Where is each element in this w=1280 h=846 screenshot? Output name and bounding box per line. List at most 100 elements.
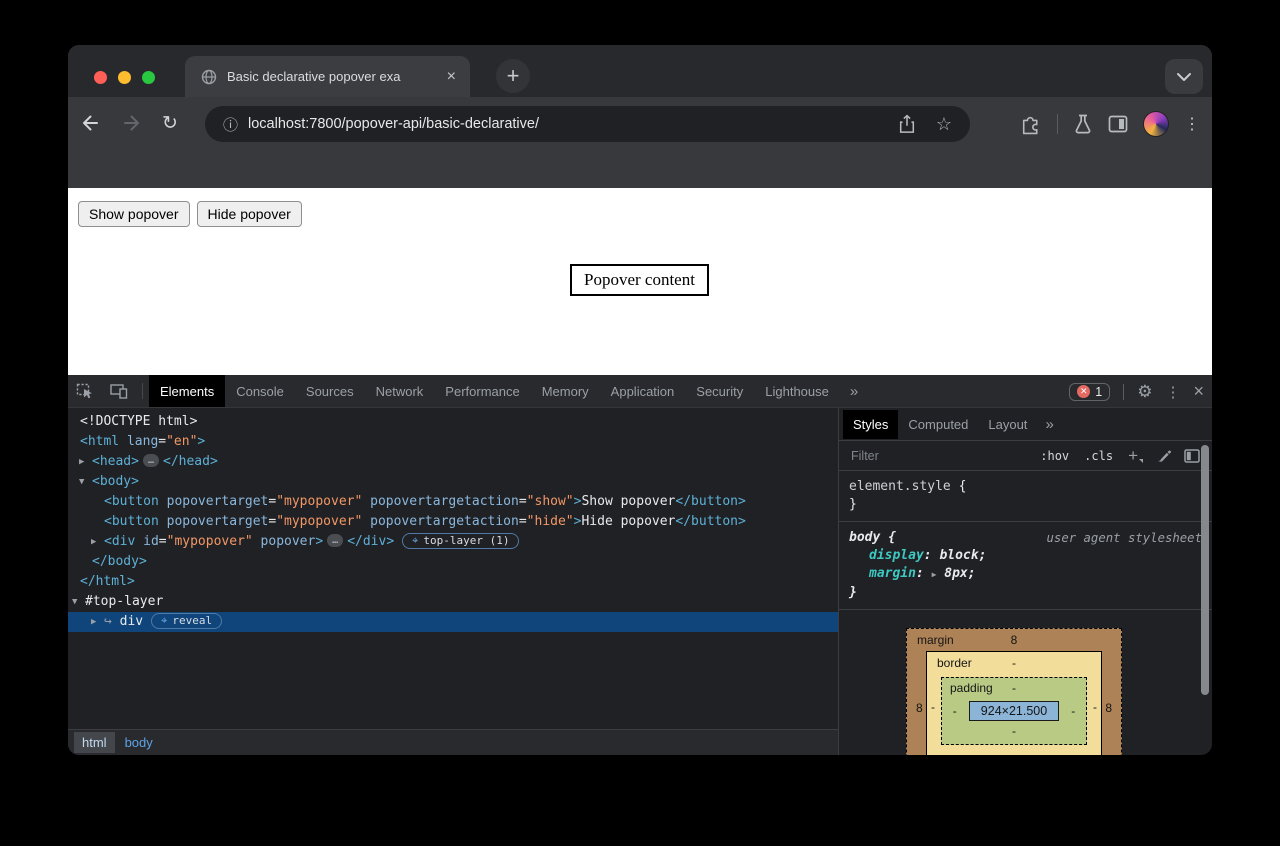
hide-popover-button[interactable]: Hide popover <box>197 201 302 227</box>
code-token: = <box>519 514 527 529</box>
adorner-badge[interactable]: reveal <box>151 613 222 629</box>
dom-tree-row-7[interactable]: </body> <box>68 552 838 572</box>
dom-tree-row-10[interactable]: ▶↪ divreveal <box>68 612 838 632</box>
css-property-margin[interactable]: margin: ▶ 8px; <box>849 565 1202 584</box>
sidebar-tab-styles[interactable]: Styles <box>843 410 898 439</box>
toggle-hover-state-button[interactable]: :hov <box>1040 449 1069 463</box>
devtools-tab-lighthouse[interactable]: Lighthouse <box>754 375 840 407</box>
dom-tree-row-2[interactable]: ▶<head>…</head> <box>68 452 838 472</box>
devtools-tab-sources[interactable]: Sources <box>295 375 365 407</box>
devtools-tab-memory[interactable]: Memory <box>531 375 600 407</box>
adorner-badge[interactable]: top-layer (1) <box>402 533 519 549</box>
margin-right-value[interactable]: 8 <box>1105 701 1112 715</box>
code-token: id <box>135 534 158 549</box>
browser-menu-kebab-icon[interactable]: ⋮ <box>1184 114 1200 134</box>
inspect-element-icon[interactable] <box>68 375 102 407</box>
element-style-rule[interactable]: element.style { } <box>839 471 1212 522</box>
body-style-rule[interactable]: body { user agent stylesheet display: bl… <box>839 522 1212 610</box>
profile-avatar[interactable] <box>1143 111 1169 137</box>
minimize-window-button[interactable] <box>118 71 131 84</box>
border-right-value[interactable]: - <box>1093 700 1097 714</box>
dom-tree-row-3[interactable]: ▼<body> <box>68 472 838 492</box>
styles-scrollbar[interactable] <box>1201 445 1209 695</box>
back-icon[interactable] <box>78 111 102 135</box>
sidebar-tab-computed[interactable]: Computed <box>898 410 978 439</box>
tree-expander-icon[interactable]: ▼ <box>79 472 92 492</box>
devtools-tab-console[interactable]: Console <box>225 375 295 407</box>
dom-tree-row-5[interactable]: <button popovertarget="mypopover" popove… <box>68 512 838 532</box>
breadcrumb-html[interactable]: html <box>74 732 115 753</box>
tab-search-button[interactable] <box>1165 59 1203 94</box>
tree-expander-icon[interactable]: ▶ <box>79 452 92 472</box>
padding-left-value[interactable]: - <box>953 704 957 718</box>
dom-tree-row-0[interactable]: <!DOCTYPE html> <box>68 412 838 432</box>
devtools-close-icon[interactable]: × <box>1193 381 1204 402</box>
side-panel-icon[interactable] <box>1108 115 1128 133</box>
padding-right-value[interactable]: - <box>1071 704 1075 718</box>
bookmark-star-icon[interactable]: ☆ <box>936 114 952 135</box>
dom-tree-row-1[interactable]: <html lang="en"> <box>68 432 838 452</box>
breadcrumb-body[interactable]: body <box>115 732 163 753</box>
devtools-tab-network[interactable]: Network <box>365 375 435 407</box>
border-left-value[interactable]: - <box>931 700 935 714</box>
css-property-display[interactable]: display: block; <box>849 547 1202 565</box>
zoom-window-button[interactable] <box>142 71 155 84</box>
tree-expander-icon[interactable]: ▼ <box>72 592 85 612</box>
error-badge[interactable]: ✕ 1 <box>1069 383 1110 401</box>
box-model-margin[interactable]: margin 8 border - padding - <box>906 628 1122 755</box>
toggle-class-button[interactable]: .cls <box>1084 449 1113 463</box>
margin-left-value[interactable]: 8 <box>916 701 923 715</box>
devtools-tab-bar: ElementsConsoleSourcesNetworkPerformance… <box>149 375 840 407</box>
share-icon[interactable] <box>898 114 916 134</box>
box-model-content[interactable]: 924×21.500 <box>969 701 1059 721</box>
code-token: popover <box>253 534 316 549</box>
code-token: popovertarget <box>159 514 269 529</box>
new-tab-button[interactable]: + <box>496 59 530 93</box>
dom-tree-row-9[interactable]: ▼#top-layer <box>68 592 838 612</box>
devtools-tab-elements[interactable]: Elements <box>149 375 225 407</box>
settings-gear-icon[interactable]: ⚙ <box>1137 382 1152 402</box>
reload-icon[interactable]: ↻ <box>162 114 178 133</box>
rendering-brush-icon[interactable] <box>1156 448 1171 463</box>
tab-strip: Basic declarative popover exa × + <box>68 45 1212 97</box>
sidebar-more-tabs-chevron-icon[interactable]: » <box>1037 416 1061 433</box>
devtools-tab-application[interactable]: Application <box>600 375 686 407</box>
margin-top-value[interactable]: 8 <box>907 633 1121 647</box>
collapsed-children-ellipsis[interactable]: … <box>143 454 159 467</box>
box-model-padding[interactable]: padding - - 924×21.500 - - <box>941 677 1087 745</box>
forward-icon[interactable] <box>120 111 144 135</box>
close-window-button[interactable] <box>94 71 107 84</box>
collapsed-children-ellipsis[interactable]: … <box>327 534 343 547</box>
computed-sidebar-toggle-icon[interactable] <box>1184 449 1200 463</box>
devtools-tab-security[interactable]: Security <box>685 375 754 407</box>
styles-filter-input[interactable]: Filter <box>851 449 1025 463</box>
devtools-tab-performance[interactable]: Performance <box>434 375 530 407</box>
dom-tree-row-4[interactable]: <button popovertarget="mypopover" popove… <box>68 492 838 512</box>
browser-tab[interactable]: Basic declarative popover exa × <box>185 56 470 97</box>
code-token: <body> <box>92 474 139 489</box>
padding-top-value[interactable]: - <box>942 681 1086 695</box>
new-style-rule-button[interactable]: + <box>1128 447 1138 464</box>
border-top-value[interactable]: - <box>927 656 1101 670</box>
code-token: "mypopover" <box>167 534 253 549</box>
code-token: popovertargetaction <box>362 514 519 529</box>
devtools-menu-kebab-icon[interactable]: ⋮ <box>1165 383 1180 401</box>
padding-bottom-value[interactable]: - <box>942 724 1086 740</box>
tree-expander-icon[interactable]: ▶ <box>91 612 104 632</box>
tree-expander-icon[interactable]: ▶ <box>91 532 104 552</box>
address-bar[interactable]: ⓘ localhost:7800/popover-api/basic-decla… <box>205 106 970 142</box>
experiments-flask-icon[interactable] <box>1073 113 1093 135</box>
dom-tree-row-8[interactable]: </html> <box>68 572 838 592</box>
dom-tree-row-6[interactable]: ▶<div id="mypopover" popover>…</div>top-… <box>68 532 838 552</box>
devtools-right-divider <box>1123 384 1124 400</box>
extensions-puzzle-icon[interactable] <box>1020 113 1042 135</box>
rule-origin: user agent stylesheet <box>1047 529 1202 547</box>
site-info-icon[interactable]: ⓘ <box>223 114 238 135</box>
sidebar-tab-layout[interactable]: Layout <box>978 410 1037 439</box>
show-popover-button[interactable]: Show popover <box>78 201 190 227</box>
device-toolbar-icon[interactable] <box>102 375 136 407</box>
more-panels-chevron-icon[interactable]: » <box>840 375 868 407</box>
box-model-border[interactable]: border - padding - - 924×21.500 <box>926 651 1102 755</box>
box-model-diagram[interactable]: margin 8 border - padding - <box>906 628 1122 755</box>
tab-close-icon[interactable]: × <box>445 69 458 85</box>
